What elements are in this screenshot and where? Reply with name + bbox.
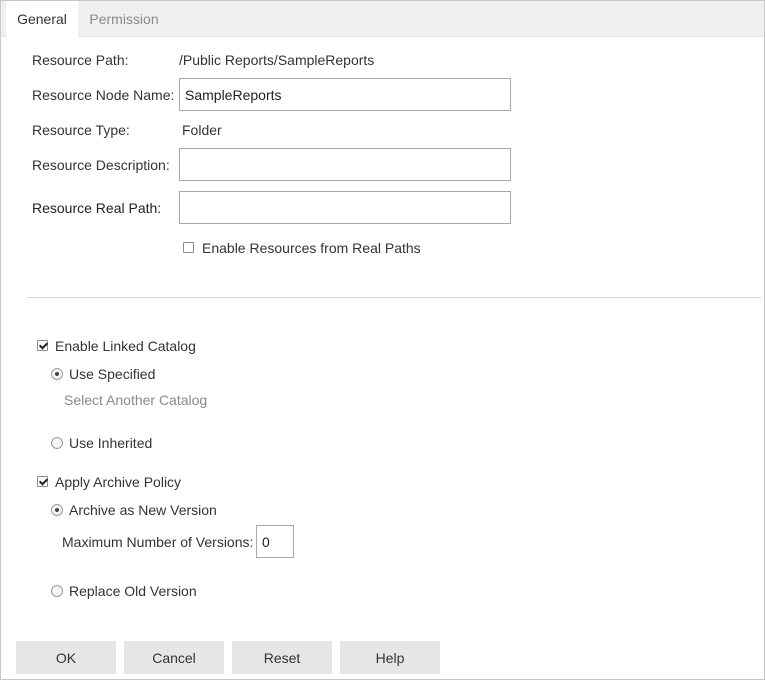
archive-new-version-label: Archive as New Version <box>69 502 217 518</box>
replace-old-version-radio[interactable] <box>51 585 63 597</box>
enable-real-paths-checkbox[interactable] <box>183 242 194 253</box>
max-versions-input[interactable] <box>256 525 294 558</box>
tab-permission[interactable]: Permission <box>83 1 165 37</box>
resource-description-input[interactable] <box>179 148 511 181</box>
resource-node-name-label: Resource Node Name: <box>32 87 175 103</box>
cancel-button[interactable]: Cancel <box>124 641 224 674</box>
resource-type-label: Resource Type: <box>32 122 130 138</box>
resource-type-value: Folder <box>182 122 222 138</box>
tab-bar: General Permission <box>1 1 764 37</box>
resource-path-label: Resource Path: <box>32 52 129 68</box>
reset-button[interactable]: Reset <box>232 641 332 674</box>
tab-general[interactable]: General <box>6 1 78 37</box>
replace-old-version-label: Replace Old Version <box>69 583 197 599</box>
enable-real-paths-label: Enable Resources from Real Paths <box>202 240 421 256</box>
resource-real-path-label: Resource Real Path: <box>32 200 162 216</box>
enable-linked-catalog-label: Enable Linked Catalog <box>55 338 196 354</box>
help-button[interactable]: Help <box>340 641 440 674</box>
section-divider <box>27 297 761 298</box>
ok-button[interactable]: OK <box>16 641 116 674</box>
resource-node-name-input[interactable] <box>179 78 511 111</box>
apply-archive-policy-checkbox[interactable] <box>37 476 48 487</box>
resource-path-value: /Public Reports/SampleReports <box>179 52 375 68</box>
use-specified-label: Use Specified <box>69 366 156 382</box>
resource-properties-dialog: General Permission Resource Path: /Publi… <box>0 0 765 680</box>
use-specified-radio[interactable] <box>51 368 63 380</box>
enable-linked-catalog-checkbox[interactable] <box>37 340 48 351</box>
use-inherited-radio[interactable] <box>51 437 63 449</box>
apply-archive-policy-label: Apply Archive Policy <box>55 474 182 490</box>
resource-description-label: Resource Description: <box>32 157 170 173</box>
use-inherited-label: Use Inherited <box>69 435 153 451</box>
max-versions-label: Maximum Number of Versions: <box>62 534 254 550</box>
select-another-catalog-link[interactable]: Select Another Catalog <box>64 392 207 408</box>
resource-real-path-input[interactable] <box>179 191 511 224</box>
archive-new-version-radio[interactable] <box>51 504 63 516</box>
